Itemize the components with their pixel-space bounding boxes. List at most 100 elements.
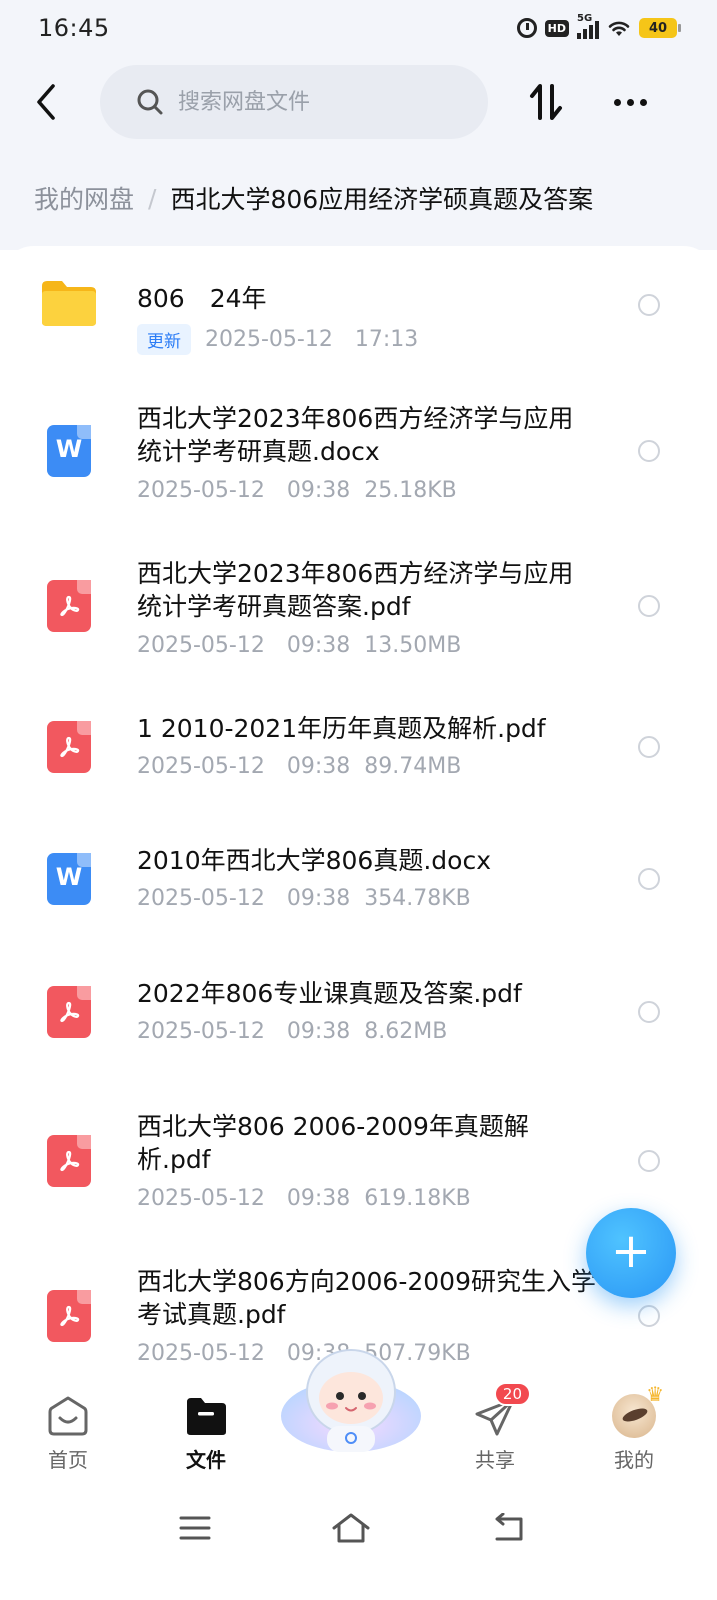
select-radio[interactable] [638, 1150, 660, 1172]
add-button[interactable]: + [586, 1208, 676, 1298]
network-type: 5G [577, 13, 593, 24]
list-item[interactable]: 806 24年 更新 2025-05-12 17:13 [0, 260, 717, 380]
hd-icon: HD [544, 19, 569, 37]
list-item[interactable]: 1 2010-2021年历年真题及解析.pdf 2025-05-12 09:38… [0, 706, 717, 816]
system-nav-bar [0, 1486, 717, 1600]
status-icons: HD 5G 40 [516, 13, 681, 39]
home-icon [48, 1396, 88, 1436]
nav-files-label: 文件 [186, 1448, 226, 1472]
nav-share[interactable]: 20 共享 [440, 1382, 550, 1473]
file-meta: 2025-05-12 09:38 619.18KB [137, 1186, 471, 1211]
file-meta: 2025-05-12 09:38 8.62MB [137, 1019, 447, 1044]
word-file-icon: W [40, 850, 98, 908]
file-size: 89.74MB [364, 754, 462, 779]
select-radio[interactable] [638, 1001, 660, 1023]
select-radio[interactable] [638, 595, 660, 617]
pdf-file-icon [40, 1287, 98, 1345]
select-radio[interactable] [638, 294, 660, 316]
file-meta: 2025-05-12 09:38 25.18KB [137, 478, 457, 503]
list-item[interactable]: 2022年806专业课真题及答案.pdf 2025-05-12 09:38 8.… [0, 973, 717, 1083]
breadcrumb: 我的网盘 / 西北大学806应用经济学硕真题及答案 [34, 180, 593, 216]
sort-button[interactable] [522, 80, 570, 124]
file-name: 2010年西北大学806真题.docx [137, 846, 491, 875]
search-input[interactable] [178, 89, 478, 115]
mascot-icon[interactable] [280, 1342, 422, 1454]
file-name: 西北大学2023年806西方经济学与应用统计学考研真题.docx [137, 404, 574, 466]
battery-icon: 40 [639, 18, 681, 38]
file-name: 西北大学806方向2006-2009研究生入学考试真题.pdf [137, 1267, 596, 1329]
pdf-file-icon [40, 983, 98, 1041]
more-button[interactable] [604, 80, 656, 124]
select-radio[interactable] [638, 736, 660, 758]
more-dot-icon [639, 98, 647, 106]
select-radio[interactable] [638, 440, 660, 462]
crown-icon: ♛ [646, 1382, 664, 1406]
list-item[interactable]: 西北大学2023年806西方经济学与应用统计学考研真题答案.pdf 2025-0… [0, 551, 717, 691]
nav-share-label: 共享 [475, 1448, 515, 1472]
file-size: 8.62MB [364, 1019, 448, 1044]
system-back-button[interactable] [478, 1508, 538, 1548]
file-time: 09:38 [286, 1186, 351, 1211]
back-button[interactable] [26, 80, 66, 124]
wifi-icon [608, 21, 630, 36]
update-badge: 更新 [137, 324, 191, 355]
select-radio[interactable] [638, 868, 660, 890]
more-dot-icon [626, 98, 634, 106]
search-box[interactable] [100, 65, 488, 139]
list-item[interactable]: W 2010年西北大学806真题.docx 2025-05-12 09:38 3… [0, 840, 717, 950]
folder-nav-icon [187, 1398, 226, 1435]
select-radio[interactable] [638, 1305, 660, 1327]
status-bar: 16:45 HD 5G 40 [0, 0, 717, 56]
plus-icon: + [610, 1223, 652, 1279]
file-date: 2025-05-12 [137, 1019, 265, 1044]
file-date: 2025-05-12 [137, 886, 265, 911]
breadcrumb-current: 西北大学806应用经济学硕真题及答案 [170, 185, 594, 214]
status-time: 16:45 [38, 14, 110, 42]
file-name: 2022年806专业课真题及答案.pdf [137, 979, 522, 1008]
file-date: 2025-05-12 [137, 1186, 265, 1211]
home-outline-icon [332, 1513, 370, 1543]
file-meta: 2025-05-12 09:38 89.74MB [137, 754, 461, 779]
breadcrumb-separator: / [148, 183, 157, 213]
signal-icon: 5G [577, 13, 599, 39]
breadcrumb-root[interactable]: 我的网盘 [34, 180, 134, 216]
paper-plane-icon: 20 [473, 1382, 531, 1438]
folder-icon [40, 274, 98, 332]
file-name: 1 2010-2021年历年真题及解析.pdf [137, 714, 546, 743]
nav-mine[interactable]: ♛ 我的 [579, 1382, 689, 1473]
more-dot-icon [613, 98, 621, 106]
home-button[interactable] [321, 1508, 381, 1548]
file-time: 09:38 [286, 478, 351, 503]
list-item[interactable]: W 西北大学2023年806西方经济学与应用统计学考研真题.docx 2025-… [0, 396, 717, 536]
file-time: 09:38 [286, 633, 351, 658]
nav-files[interactable]: 文件 [151, 1394, 261, 1473]
pdf-file-icon [40, 718, 98, 776]
return-icon [495, 1513, 523, 1541]
file-date: 2025-05-12 [137, 1341, 265, 1366]
file-time: 17:13 [354, 327, 419, 352]
file-date: 2025-05-12 [137, 754, 265, 779]
menu-button[interactable] [165, 1508, 225, 1548]
file-time: 09:38 [286, 886, 351, 911]
file-size: 354.78KB [364, 886, 471, 911]
pdf-file-icon [40, 577, 98, 635]
file-time: 09:38 [286, 754, 351, 779]
file-name: 西北大学2023年806西方经济学与应用统计学考研真题答案.pdf [137, 559, 574, 621]
file-size: 25.18KB [364, 478, 457, 503]
file-meta: 更新 2025-05-12 17:13 [137, 324, 432, 355]
alarm-icon [516, 18, 537, 38]
nav-home-label: 首页 [48, 1448, 88, 1472]
file-meta: 2025-05-12 09:38 13.50MB [137, 633, 461, 658]
file-date: 2025-05-12 [137, 633, 265, 658]
file-name: 西北大学806 2006-2009年真题解析.pdf [137, 1112, 529, 1174]
share-badge: 20 [493, 1382, 531, 1406]
chevron-left-icon [37, 84, 55, 120]
file-date: 2025-05-12 [137, 478, 265, 503]
menu-icon [179, 1516, 211, 1540]
file-meta: 2025-05-12 09:38 354.78KB [137, 886, 471, 911]
file-time: 09:38 [286, 1019, 351, 1044]
top-bar [0, 62, 717, 142]
file-name: 806 24年 [137, 284, 267, 313]
nav-home[interactable]: 首页 [13, 1394, 123, 1473]
file-date: 2025-05-12 [205, 327, 333, 352]
